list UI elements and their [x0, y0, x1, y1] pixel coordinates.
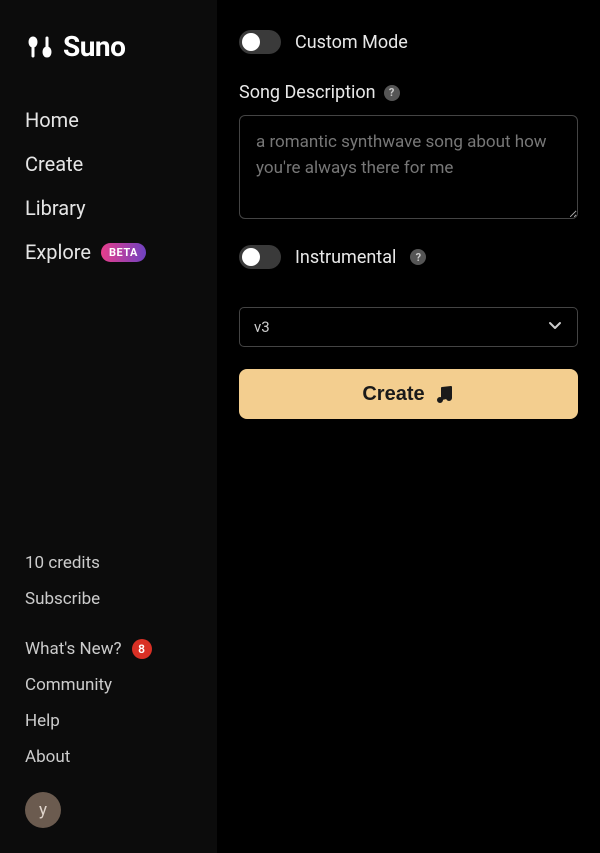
avatar[interactable]: y [25, 792, 61, 828]
count-badge: 8 [132, 639, 152, 659]
nav-label: Help [25, 711, 60, 731]
avatar-letter: y [39, 800, 47, 820]
beta-badge: BETA [101, 243, 146, 262]
suno-logo-icon [25, 32, 55, 62]
nav-create[interactable]: Create [25, 152, 192, 176]
nav-label: Create [25, 152, 83, 176]
subscribe-link[interactable]: Subscribe [25, 589, 192, 609]
nav-secondary: 10 credits Subscribe [25, 553, 192, 609]
credits-display[interactable]: 10 credits [25, 553, 192, 573]
instrumental-row: Instrumental ? [239, 245, 578, 269]
subscribe-text: Subscribe [25, 589, 100, 609]
nav-explore[interactable]: Explore BETA [25, 240, 192, 264]
nav-label: What's New? [25, 639, 122, 659]
song-description-input[interactable] [239, 115, 578, 219]
nav-label: Explore [25, 240, 91, 264]
nav-label: Home [25, 108, 79, 132]
nav-help[interactable]: Help [25, 711, 192, 731]
nav-library[interactable]: Library [25, 196, 192, 220]
description-label-row: Song Description ? [239, 82, 578, 103]
create-button[interactable]: Create [239, 369, 578, 419]
nav-label: Library [25, 196, 86, 220]
create-button-label: Create [362, 383, 424, 406]
help-icon[interactable]: ? [384, 85, 400, 101]
custom-mode-toggle[interactable] [239, 30, 281, 54]
nav-about[interactable]: About [25, 747, 192, 767]
instrumental-label: Instrumental [295, 247, 396, 268]
nav-label: About [25, 747, 70, 767]
help-icon[interactable]: ? [410, 249, 426, 265]
description-label: Song Description [239, 82, 376, 103]
nav-main: Home Create Library Explore BETA [25, 108, 192, 264]
main-panel: Custom Mode Song Description ? Instrumen… [217, 0, 600, 853]
logo-text: Suno [63, 30, 125, 63]
music-note-icon [435, 384, 455, 404]
nav-label: Community [25, 675, 112, 695]
credits-text: 10 credits [25, 553, 100, 573]
chevron-down-icon [547, 317, 563, 337]
toggle-knob [242, 33, 260, 51]
nav-home[interactable]: Home [25, 108, 192, 132]
sidebar: Suno Home Create Library Explore BETA 10… [0, 0, 217, 853]
logo[interactable]: Suno [25, 30, 192, 63]
version-selected-value: v3 [254, 318, 270, 336]
instrumental-toggle[interactable] [239, 245, 281, 269]
custom-mode-row: Custom Mode [239, 30, 578, 54]
toggle-knob [242, 248, 260, 266]
nav-community[interactable]: Community [25, 675, 192, 695]
nav-tertiary: What's New? 8 Community Help About [25, 639, 192, 767]
custom-mode-label: Custom Mode [295, 32, 408, 53]
version-select[interactable]: v3 [239, 307, 578, 347]
nav-whats-new[interactable]: What's New? 8 [25, 639, 192, 659]
